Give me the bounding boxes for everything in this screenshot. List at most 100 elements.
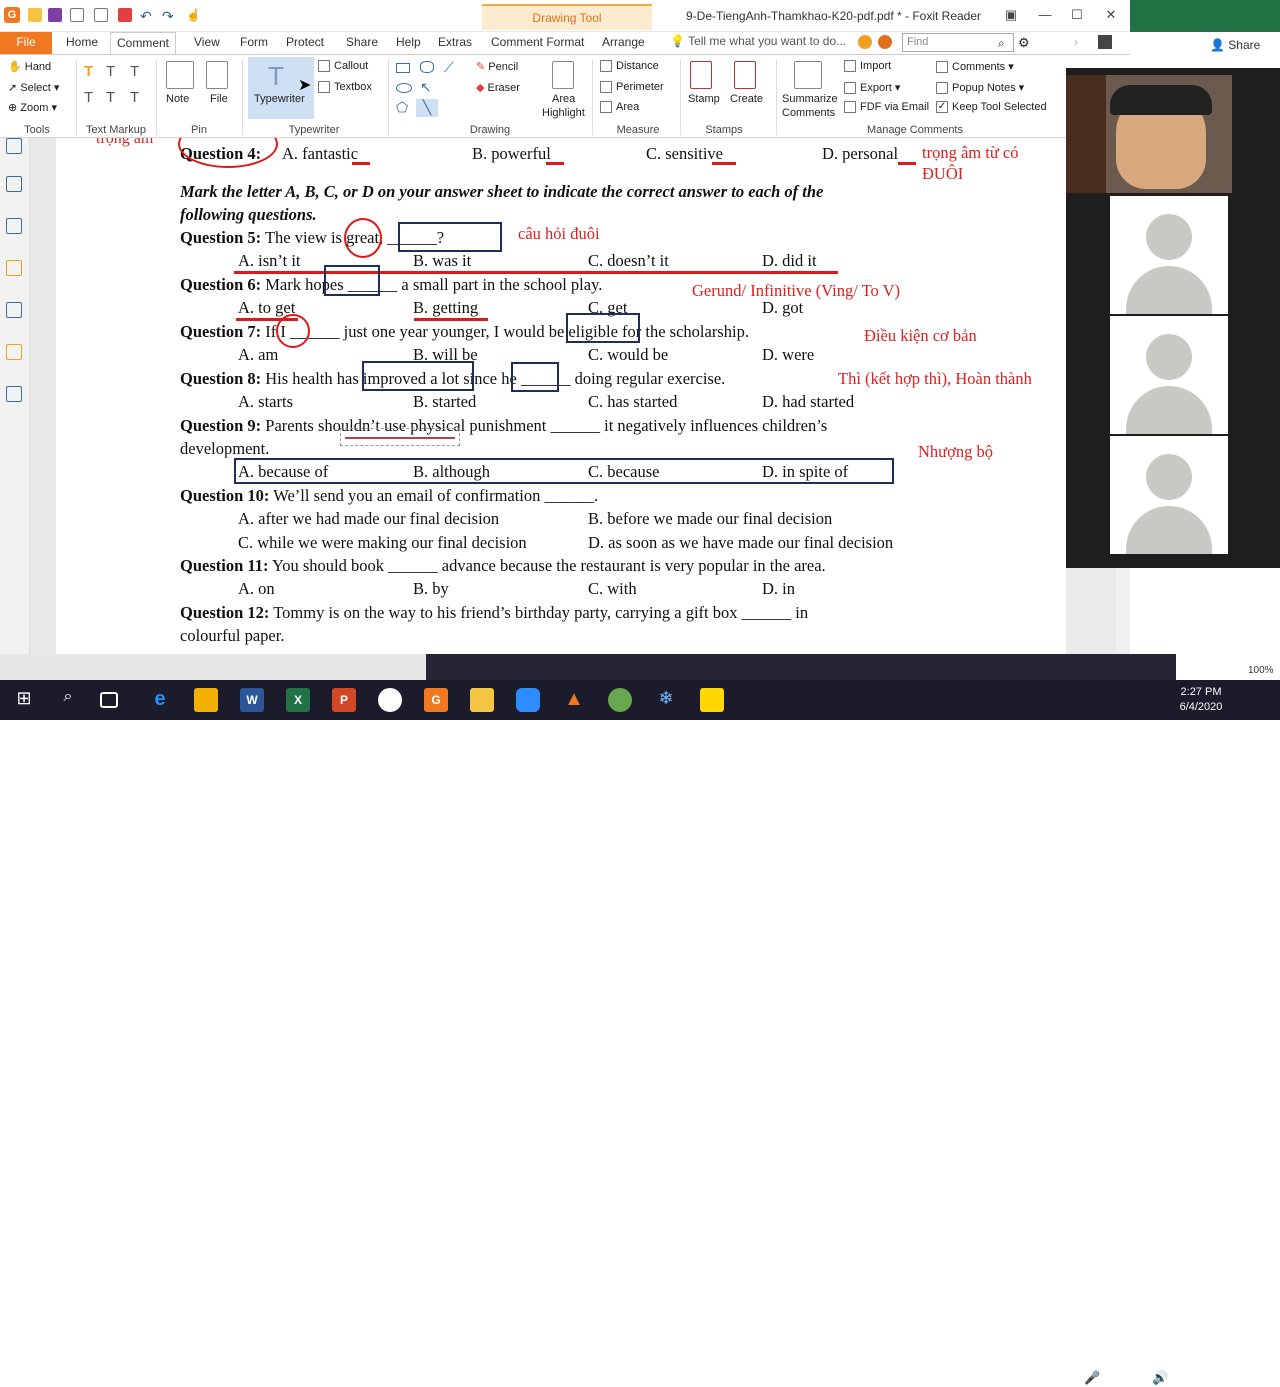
stamp-icon[interactable] xyxy=(690,61,712,89)
sticky-notes-icon[interactable] xyxy=(700,688,724,712)
close-button[interactable]: ✕ xyxy=(1100,6,1122,24)
rectangle-icon[interactable] xyxy=(396,63,410,73)
area-tool[interactable]: Area xyxy=(600,101,639,114)
share-button[interactable]: 👤 Share xyxy=(1210,38,1260,52)
area-label[interactable]: Area xyxy=(552,93,575,105)
tab-form[interactable]: Form xyxy=(234,32,274,54)
area-highlight-icon[interactable] xyxy=(552,61,574,89)
highlight-text-icon[interactable]: T xyxy=(84,63,93,80)
tab-arrange[interactable]: Arrange xyxy=(596,32,651,54)
strikeout-icon[interactable]: T xyxy=(84,89,93,106)
tray-chevron-icon[interactable]: ⌃ xyxy=(1060,1372,1070,1386)
tab-view[interactable]: View xyxy=(188,32,226,54)
edge-icon[interactable]: e xyxy=(148,688,172,712)
cloud-icon[interactable] xyxy=(420,61,434,73)
highlight-label[interactable]: Highlight xyxy=(542,107,585,119)
nav-next-icon[interactable]: › xyxy=(1074,35,1078,49)
system-clock[interactable]: 2:27 PM 6/4/2020 xyxy=(1176,685,1226,715)
vlc-icon[interactable]: ▲ xyxy=(562,688,586,712)
arrow-icon[interactable]: ↖ xyxy=(420,79,432,96)
hand-quick-icon[interactable]: ☝ xyxy=(186,8,201,22)
create-label[interactable]: Create xyxy=(730,93,763,105)
task-view-icon[interactable] xyxy=(100,692,118,708)
participant-tile[interactable] xyxy=(1110,196,1228,314)
ink-underline[interactable] xyxy=(712,162,736,165)
summarize-label[interactable]: Summarize xyxy=(782,93,838,105)
tab-protect[interactable]: Protect xyxy=(280,32,330,54)
microphone-icon[interactable]: 🎤 xyxy=(1084,1370,1100,1386)
ink-underline[interactable] xyxy=(352,162,370,165)
comments-panel-icon[interactable] xyxy=(6,260,22,276)
snowflake-app-icon[interactable]: ❄ xyxy=(654,688,678,712)
bookmark-icon[interactable] xyxy=(6,138,22,154)
fdf-email-button[interactable]: FDF via Email xyxy=(844,101,929,114)
ribbon-toggle-icon[interactable]: ▣ xyxy=(1000,6,1022,24)
perimeter-tool[interactable]: Perimeter xyxy=(600,81,664,94)
popup-notes-dropdown[interactable]: Popup Notes ▾ xyxy=(936,81,1024,95)
ink-box[interactable] xyxy=(362,361,474,391)
file-attach-icon[interactable] xyxy=(206,61,228,89)
ink-underline[interactable] xyxy=(546,162,564,165)
chat-icon[interactable] xyxy=(878,35,892,49)
file-explorer-icon[interactable] xyxy=(470,688,494,712)
polygon-icon[interactable]: ⬠ xyxy=(396,99,408,116)
squiggly-icon[interactable]: T xyxy=(106,63,115,80)
security-icon[interactable] xyxy=(6,344,22,360)
store-icon[interactable] xyxy=(194,688,218,712)
network-icon[interactable]: ☁ xyxy=(1108,1370,1121,1386)
ink-box[interactable] xyxy=(324,265,380,296)
select-tool[interactable]: ➚ Select ▾ xyxy=(8,81,59,94)
ink-underline[interactable] xyxy=(898,162,916,165)
print-icon[interactable] xyxy=(70,8,84,22)
summarize-comments-label[interactable]: Comments xyxy=(782,107,835,119)
note-label[interactable]: Note xyxy=(166,93,189,105)
keep-tool-checkbox[interactable]: ✓ Keep Tool Selected xyxy=(936,101,1047,114)
undo-icon[interactable]: ↶ xyxy=(140,8,154,24)
note-icon[interactable] xyxy=(166,61,194,89)
callout-tool[interactable]: Callout xyxy=(318,60,368,73)
ink-circle[interactable] xyxy=(344,218,382,258)
participant-tile[interactable] xyxy=(1110,436,1228,554)
insert-text-icon[interactable]: T xyxy=(130,89,139,106)
pages-icon[interactable] xyxy=(6,176,22,192)
excel-icon[interactable]: X xyxy=(286,688,310,712)
underline-icon[interactable]: T xyxy=(130,63,139,80)
line-annotation-selected[interactable] xyxy=(340,428,460,446)
hand-tool[interactable]: ✋ Hand xyxy=(8,60,51,73)
tab-home[interactable]: Home xyxy=(60,32,104,54)
line-icon[interactable]: ╲ xyxy=(416,99,438,117)
layers-icon[interactable] xyxy=(6,218,22,234)
feedback-icon[interactable] xyxy=(858,35,872,49)
ink-box[interactable] xyxy=(234,458,894,484)
signature-icon[interactable] xyxy=(6,386,22,402)
ink-box[interactable] xyxy=(566,313,640,343)
ink-box[interactable] xyxy=(511,362,559,392)
ink-box[interactable] xyxy=(398,222,502,252)
ink-underline[interactable] xyxy=(414,318,488,321)
tab-file[interactable]: File xyxy=(0,32,52,54)
wifi-icon[interactable]: ◠ xyxy=(1130,1370,1141,1386)
tab-comment-format[interactable]: Comment Format xyxy=(485,32,590,54)
tell-me-search[interactable]: 💡 Tell me what you want to do... xyxy=(670,34,846,48)
ink-circle[interactable] xyxy=(276,314,310,348)
import-button[interactable]: Import xyxy=(844,60,891,73)
distance-tool[interactable]: Distance xyxy=(600,60,659,73)
tab-extras[interactable]: Extras xyxy=(432,32,478,54)
maximize-button[interactable]: ☐ xyxy=(1066,6,1088,24)
open-icon[interactable] xyxy=(28,8,42,22)
oval-icon[interactable] xyxy=(396,83,412,93)
volume-icon[interactable]: 🔊 xyxy=(1152,1370,1168,1386)
export-button[interactable]: Export ▾ xyxy=(844,81,900,95)
save-icon[interactable] xyxy=(48,8,62,22)
customize-icon[interactable] xyxy=(118,8,132,22)
comments-dropdown[interactable]: Comments ▾ xyxy=(936,60,1014,74)
search-taskbar-icon[interactable]: ⌕ xyxy=(56,688,80,712)
replace-text-icon[interactable]: T xyxy=(106,89,115,106)
notification-icon[interactable]: ▭ xyxy=(1244,1370,1257,1387)
pencil-tool[interactable]: ✎ Pencil xyxy=(476,60,518,73)
stamp-label[interactable]: Stamp xyxy=(688,93,720,105)
create-stamp-icon[interactable] xyxy=(734,61,756,89)
file-label[interactable]: File xyxy=(210,93,228,105)
tab-comment[interactable]: Comment xyxy=(110,32,177,55)
summarize-icon[interactable] xyxy=(794,61,822,89)
